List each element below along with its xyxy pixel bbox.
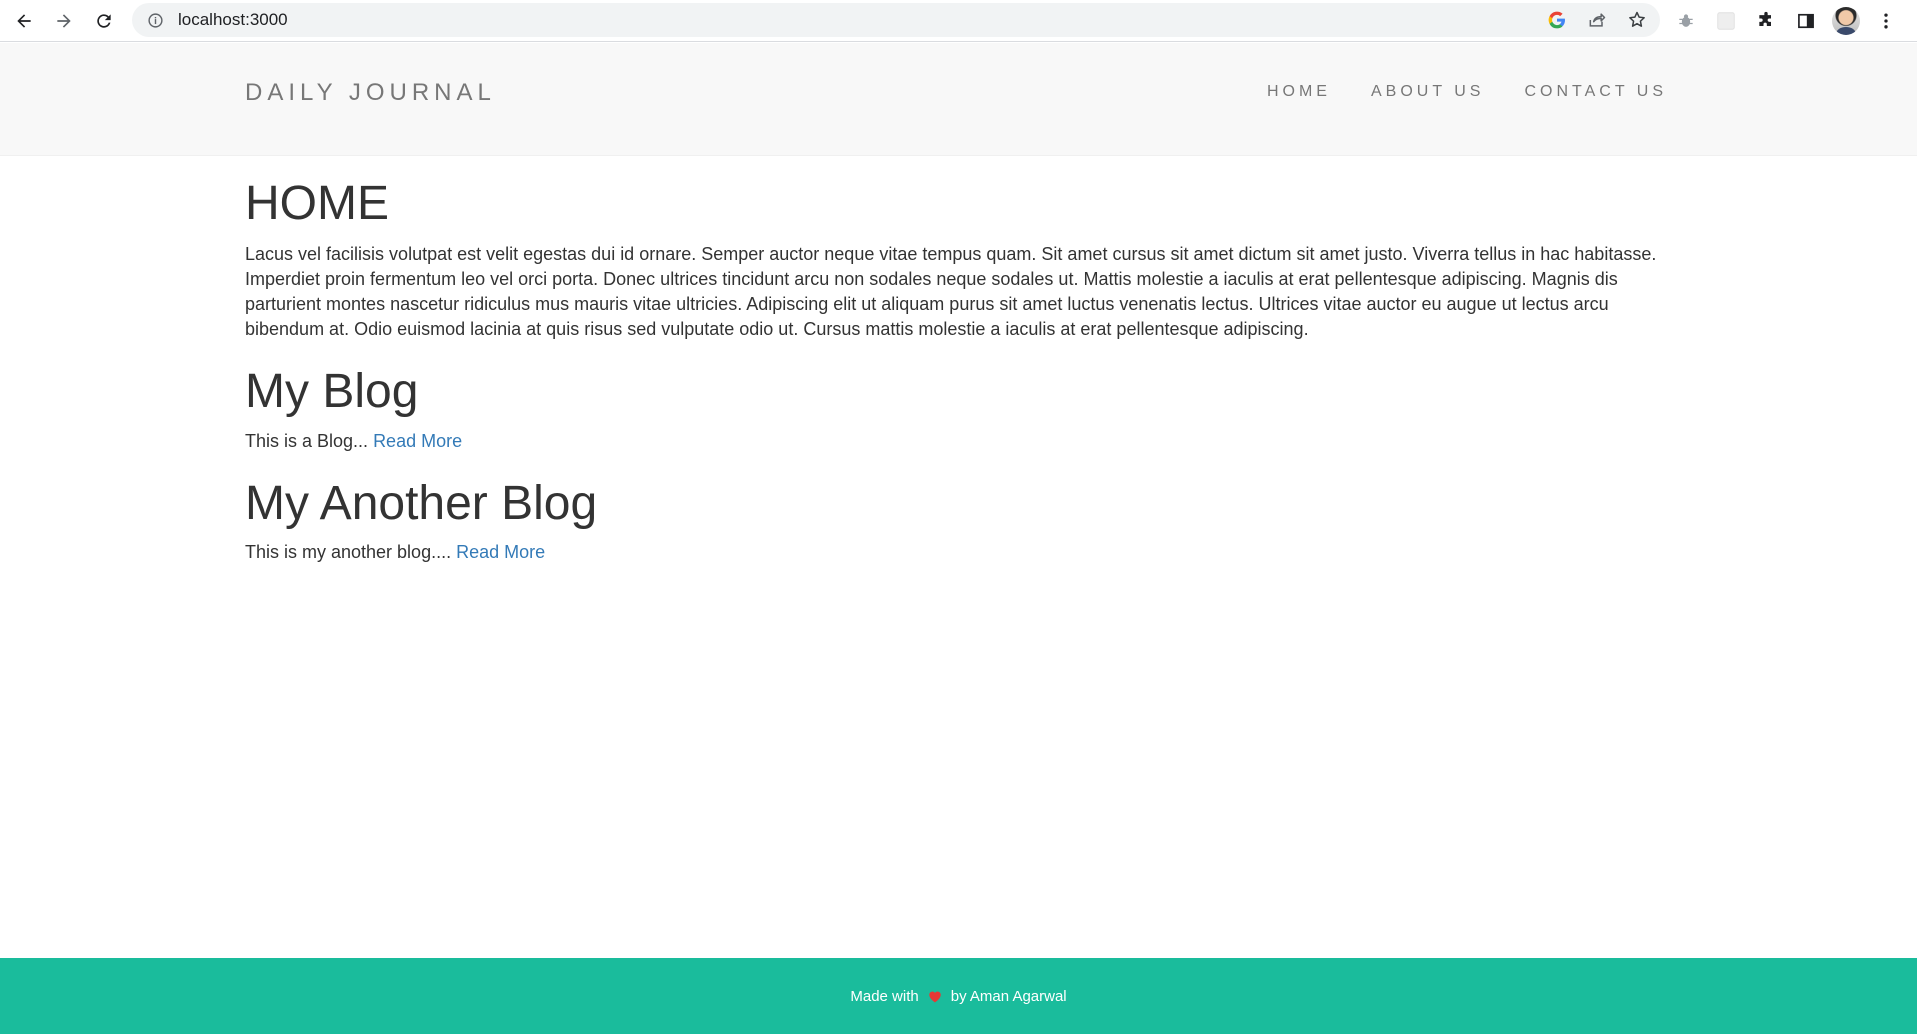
post-title: My Another Blog [245, 476, 598, 530]
kebab-menu-icon[interactable] [1872, 7, 1900, 35]
profile-avatar[interactable] [1832, 7, 1860, 35]
url-text[interactable]: localhost:3000 [178, 10, 288, 30]
arrow-left-icon [17, 13, 31, 28]
main-content: HOME Lacus vel facilisis volutpat est ve… [245, 156, 1672, 565]
address-bar[interactable]: localhost:3000 [132, 3, 1660, 37]
post-excerpt: This is my another blog.... [245, 542, 457, 563]
browser-toolbar: localhost:3000 [0, 0, 1917, 42]
star-icon[interactable] [1624, 7, 1650, 33]
site-footer: Made with by Aman Agarwal [0, 958, 1917, 1034]
browser-extensions [1672, 0, 1900, 42]
site-navbar: DAILY JOURNAL HOME ABOUT US CONTACT US [0, 43, 1917, 156]
blog-post: My Another Blog This is my another blog.… [245, 476, 1672, 566]
bug-icon[interactable] [1672, 7, 1700, 35]
brand-title[interactable]: DAILY JOURNAL [245, 79, 496, 107]
read-more-link[interactable]: Read More [373, 431, 462, 451]
post-title: My Blog [245, 364, 419, 418]
home-intro-text: Lacus vel facilisis volutpat est velit e… [245, 243, 1657, 339]
extension-placeholder-icon[interactable] [1712, 7, 1740, 35]
post-excerpt-row: This is my another blog.... Read More [245, 540, 1672, 565]
page-title: HOME [245, 177, 389, 230]
blog-post: My Blog This is a Blog... Read More [245, 364, 1672, 454]
nav-about-us[interactable]: ABOUT US [1371, 83, 1485, 101]
read-more-link[interactable]: Read More [456, 542, 545, 562]
avatar [1832, 7, 1860, 35]
reload-button[interactable] [84, 1, 124, 41]
omnibox-actions [1544, 3, 1650, 37]
nav-home[interactable]: HOME [1267, 83, 1331, 101]
post-excerpt-row: This is a Blog... Read More [245, 429, 1672, 454]
info-icon[interactable] [146, 11, 164, 29]
arrow-right-icon [57, 13, 71, 28]
forward-button[interactable] [44, 1, 84, 41]
post-excerpt: This is a Blog... [245, 430, 374, 451]
reload-icon [97, 13, 111, 28]
share-icon[interactable] [1584, 7, 1610, 33]
side-panel-icon[interactable] [1792, 7, 1820, 35]
nav-contact-us[interactable]: CONTACT US [1524, 83, 1667, 101]
footer-made-with: Made with [850, 987, 919, 1005]
heart-icon [927, 989, 943, 1003]
footer-author: by Aman Agarwal [950, 987, 1067, 1005]
google-icon[interactable] [1544, 7, 1570, 33]
back-button[interactable] [4, 1, 44, 41]
puzzle-icon[interactable] [1752, 7, 1780, 35]
nav-links: HOME ABOUT US CONTACT US [1227, 83, 1667, 101]
